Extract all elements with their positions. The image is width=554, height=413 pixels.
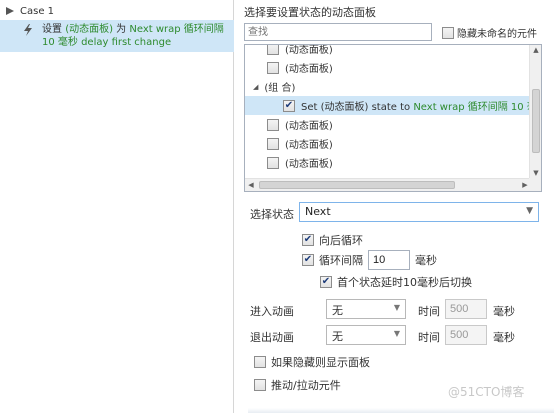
action-line2: 10 毫秒 delay first change (42, 37, 172, 48)
tree-item-row[interactable]: (动态面板) (245, 134, 531, 153)
exit-time-input[interactable] (445, 325, 487, 345)
action-prefix: 设置 (42, 24, 66, 35)
action-target: (动态面板) (65, 24, 113, 35)
chevron-down-icon: ▼ (393, 329, 400, 338)
tree-item-label: (动态面板) (285, 140, 333, 151)
case-arrow-icon (6, 7, 14, 15)
enter-time-label: 时间 (418, 305, 440, 318)
action-state: Next wrap 循环间隔 (129, 24, 224, 35)
scroll-thumb[interactable] (532, 89, 540, 153)
case-label: Case 1 (20, 5, 55, 17)
panel-tree: (动态面板) (动态面板) ◢ (组 合) ✔ Set (动态面板) state to N… (244, 44, 542, 192)
tree-item-label: (动态面板) (285, 64, 333, 75)
hide-unnamed-label: 隐藏未命名的元件 (457, 29, 537, 40)
tree-item-checkbox[interactable] (267, 61, 279, 74)
tree-item-label: (组 合) (264, 83, 296, 94)
tree-item-checkbox[interactable] (267, 137, 279, 150)
tree-horizontal-scrollbar[interactable]: ◀ ▶ (245, 178, 531, 191)
exit-anim-label: 退出动画 (250, 331, 294, 344)
panel-title: 选择要设置状态的动态面板 (244, 6, 376, 19)
interval-checkbox[interactable]: ✔ (302, 254, 314, 266)
select-state-dropdown[interactable]: Next ▼ (299, 202, 539, 222)
panel-state-config: 选择要设置状态的动态面板 隐藏未命名的元件 (动态面板) (动态面板) ◢ (组 合)… (240, 0, 554, 413)
first-delay-option[interactable]: ✔ 首个状态延时10毫秒后切换 (320, 274, 472, 290)
tree-item-row[interactable]: (动态面板) (245, 58, 531, 77)
exit-time-label: 时间 (418, 331, 440, 344)
action-description: 设置 (动态面板) 为 Next wrap 循环间隔 10 毫秒 delay f… (42, 23, 232, 49)
enter-time-unit: 毫秒 (493, 305, 515, 318)
hide-unnamed-option[interactable]: 隐藏未命名的元件 (442, 25, 537, 40)
bottom-edge (248, 408, 554, 413)
scroll-corner (529, 178, 541, 191)
chevron-down-icon: ▼ (526, 206, 533, 216)
tree-item-checkbox[interactable] (267, 118, 279, 131)
scroll-up-icon[interactable]: ▲ (530, 45, 541, 55)
first-delay-checkbox[interactable]: ✔ (320, 276, 332, 288)
show-if-hidden-checkbox[interactable] (254, 356, 266, 368)
hide-unnamed-checkbox[interactable] (442, 26, 454, 39)
watermark: @51CTO博客 (448, 385, 525, 399)
tree-list: (动态面板) (动态面板) ◢ (组 合) ✔ Set (动态面板) state to N… (245, 45, 541, 172)
tree-item-checkbox[interactable] (267, 45, 279, 55)
chevron-down-icon: ▼ (393, 303, 400, 312)
tree-item-checkbox[interactable]: ✔ (283, 99, 295, 112)
enter-anim-label: 进入动画 (250, 305, 294, 318)
case-row[interactable]: Case 1 (4, 4, 54, 18)
scroll-down-icon[interactable]: ▼ (530, 168, 541, 178)
exit-time-unit: 毫秒 (493, 331, 515, 344)
tree-item-checkbox[interactable] (267, 156, 279, 169)
enter-time-input[interactable] (445, 299, 487, 319)
tree-item-label: (动态面板) (285, 121, 333, 132)
interval-option[interactable]: ✔ 循环间隔 毫秒 (302, 250, 437, 270)
lightning-icon (24, 24, 32, 36)
expand-arrow-icon[interactable]: ◢ (253, 83, 258, 91)
wrap-option[interactable]: ✔ 向后循环 (302, 232, 363, 248)
interval-input[interactable] (368, 250, 410, 270)
tree-item-label: (动态面板) (285, 45, 333, 56)
enter-anim-dropdown[interactable]: 无 ▼ (326, 299, 406, 319)
tree-vertical-scrollbar[interactable]: ▲ ▼ (529, 45, 541, 178)
exit-anim-dropdown[interactable]: 无 ▼ (326, 325, 406, 345)
interval-unit: 毫秒 (415, 254, 437, 267)
enter-anim-value: 无 (332, 304, 343, 317)
case-panel: Case 1 设置 (动态面板) 为 Next wrap 循环间隔 10 毫秒 … (0, 0, 234, 413)
action-verb: 为 (113, 24, 130, 35)
search-input[interactable] (244, 23, 432, 41)
tree-item-row[interactable]: ✔ Set (动态面板) state to Next wrap 循环间隔 10 毫… (245, 96, 541, 115)
tree-item-label: (动态面板) (285, 159, 333, 170)
push-pull-label: 推动/拉动元件 (271, 379, 341, 392)
wrap-checkbox[interactable]: ✔ (302, 234, 314, 246)
hscroll-thumb[interactable] (259, 181, 455, 189)
tree-item-prefix: Set (动态面板) state to (301, 102, 414, 113)
first-delay-label: 首个状态延时10毫秒后切换 (337, 276, 472, 289)
tree-item-row[interactable]: (动态面板) (245, 153, 531, 172)
action-row[interactable]: 设置 (动态面板) 为 Next wrap 循环间隔 10 毫秒 delay f… (0, 20, 234, 52)
tree-item-row[interactable]: (动态面板) (245, 45, 531, 58)
select-state-label: 选择状态 (250, 208, 294, 221)
select-state-value: Next (305, 205, 331, 218)
show-if-hidden-label: 如果隐藏则显示面板 (271, 356, 370, 369)
push-pull-checkbox[interactable] (254, 379, 266, 391)
tree-item-label: Set (动态面板) state to Next wrap 循环间隔 10 毫秒 (301, 98, 542, 113)
interval-label: 循环间隔 (319, 254, 363, 267)
push-pull-option[interactable]: 推动/拉动元件 (254, 377, 341, 393)
exit-anim-value: 无 (332, 330, 343, 343)
tree-item-row[interactable]: (动态面板) (245, 115, 531, 134)
tree-item-state: Next wrap 循环间隔 10 毫秒 (413, 102, 542, 113)
wrap-label: 向后循环 (319, 234, 363, 247)
tree-group-row[interactable]: ◢ (组 合) (245, 77, 531, 96)
scroll-left-icon[interactable]: ◀ (245, 179, 257, 191)
show-if-hidden-option[interactable]: 如果隐藏则显示面板 (254, 354, 370, 370)
